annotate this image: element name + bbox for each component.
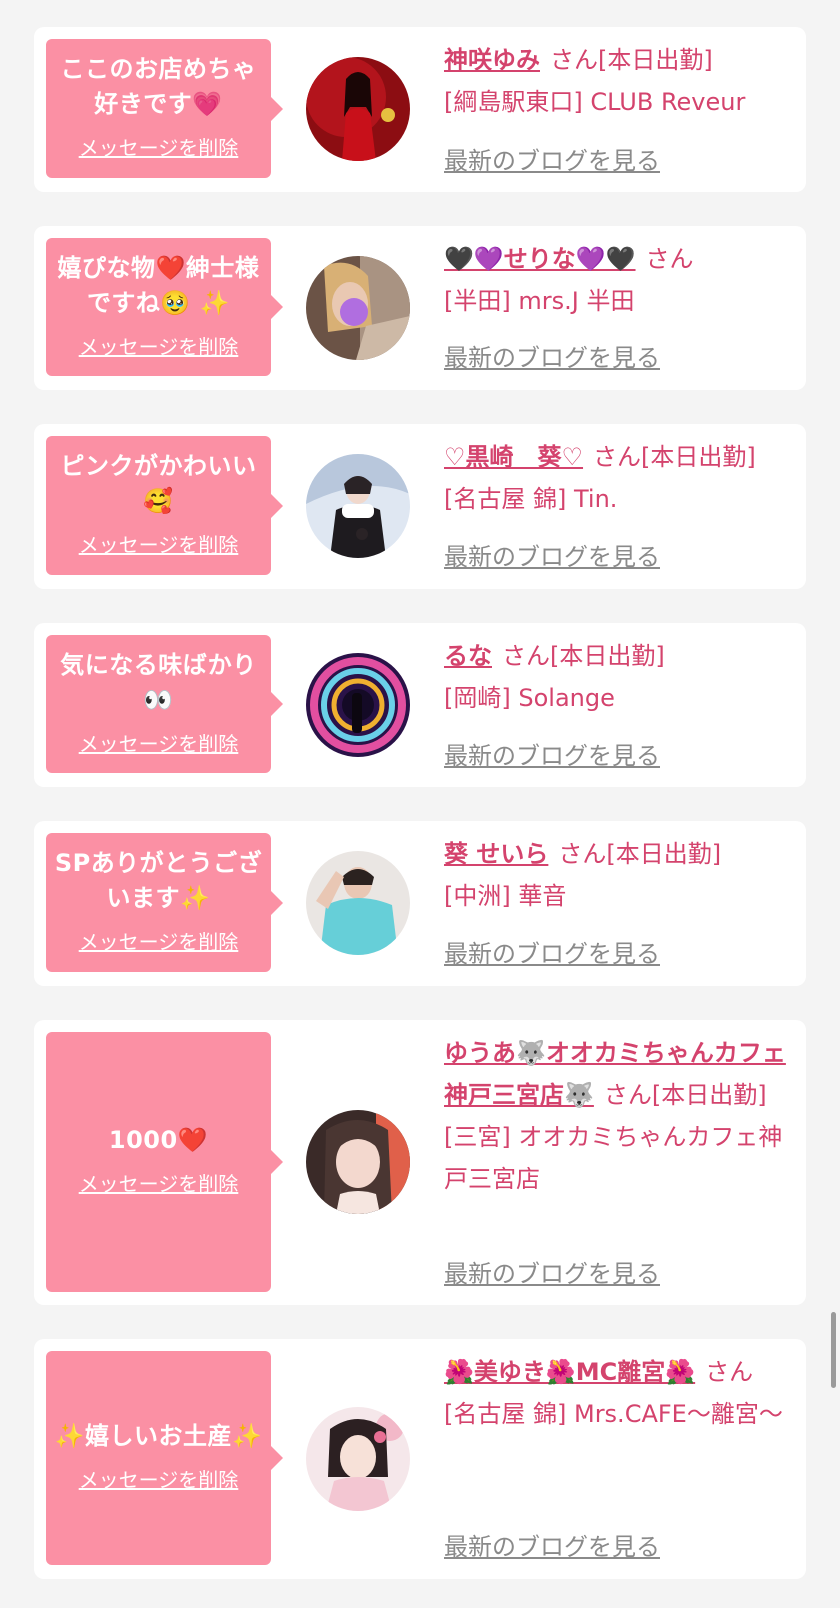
- san-suffix: さん: [603, 1081, 652, 1109]
- san-suffix: さん: [558, 840, 607, 868]
- favorite-card: 気になる味ばかり👀 メッセージを削除 るな さん[本日出勤] [岡崎] Solan…: [34, 623, 806, 787]
- cast-name-link[interactable]: 神咲ゆみ: [444, 46, 540, 74]
- work-status: [本日出勤]: [641, 443, 756, 471]
- shop-name: [名古屋 錦] Tin.: [444, 485, 618, 513]
- delete-message-link[interactable]: メッセージを削除: [79, 1168, 239, 1197]
- delete-message-link[interactable]: メッセージを削除: [79, 1464, 239, 1493]
- delete-message-link[interactable]: メッセージを削除: [79, 529, 239, 558]
- avatar[interactable]: [306, 256, 410, 360]
- favorite-card: 嬉ぴな物❤️紳士様ですね🥹 ✨ メッセージを削除 🖤💜せりな💜🖤 さん [半田] …: [34, 226, 806, 390]
- message-bubble: 1000❤️ メッセージを削除: [46, 1032, 283, 1292]
- san-suffix: さん: [550, 46, 598, 74]
- cast-name-link[interactable]: るな: [444, 642, 492, 670]
- favorite-card: ✨嬉しいお土産✨ メッセージを削除 🌺美ゆき🌺MC離宮🌺 さん [名古屋 錦] M…: [34, 1339, 806, 1579]
- cast-info: ゆうあ🐺オオカミちゃんカフェ神戸三宮店🐺 さん[本日出勤] [三宮] オオカミちゃ…: [444, 1032, 792, 1200]
- shop-name: [中洲] 華音: [444, 882, 567, 910]
- work-status: [本日出勤]: [651, 1081, 767, 1109]
- message-text: 1000❤️: [108, 1126, 209, 1154]
- work-status: [本日出勤]: [598, 46, 713, 74]
- message-bubble: ここのお店めちゃ好きです💗 メッセージを削除: [46, 39, 283, 178]
- cast-name-link[interactable]: 🌺美ゆき🌺MC離宮🌺: [444, 1358, 695, 1386]
- message-bubble: ピンクがかわいい🥰 メッセージを削除: [46, 436, 283, 575]
- shop-name: [綱島駅東口] CLUB Reveur: [444, 88, 746, 116]
- message-bubble: SPありがとうございます✨ メッセージを削除: [46, 833, 283, 972]
- cast-info: 🖤💜せりな💜🖤 さん [半田] mrs.J 半田: [444, 238, 792, 322]
- avatar[interactable]: [306, 851, 410, 955]
- san-suffix: さん: [593, 443, 642, 471]
- message-text: 嬉ぴな物❤️紳士様ですね🥹 ✨: [57, 253, 260, 317]
- delete-message-link[interactable]: メッセージを削除: [79, 926, 239, 955]
- favorite-card: ここのお店めちゃ好きです💗 メッセージを削除 神咲ゆみ さん[本日出勤] [綱島駅…: [34, 27, 806, 192]
- shop-name: [名古屋 錦] Mrs.CAFE〜離宮〜: [444, 1400, 783, 1428]
- san-suffix: さん: [645, 245, 694, 273]
- work-status: [本日出勤]: [606, 840, 722, 868]
- delete-message-link[interactable]: メッセージを削除: [79, 728, 239, 757]
- latest-blog-link[interactable]: 最新のブログを見る: [444, 1527, 660, 1562]
- cast-info: 葵 せいら さん[本日出勤] [中洲] 華音: [444, 833, 792, 917]
- shop-name: [三宮] オオカミちゃんカフェ神戸三宮店: [444, 1123, 783, 1193]
- message-text: ✨嬉しいお土産✨: [54, 1422, 263, 1450]
- favorite-card: 1000❤️ メッセージを削除 ゆうあ🐺オオカミちゃんカフェ神戸三宮店🐺 さん[本…: [34, 1020, 806, 1305]
- latest-blog-link[interactable]: 最新のブログを見る: [444, 338, 660, 373]
- cast-info: 神咲ゆみ さん[本日出勤] [綱島駅東口] CLUB Reveur: [444, 39, 792, 123]
- message-text: SPありがとうございます✨: [54, 849, 263, 912]
- message-bubble: ✨嬉しいお土産✨ メッセージを削除: [46, 1351, 283, 1565]
- message-text: ここのお店めちゃ好きです💗: [60, 55, 257, 118]
- message-text: 気になる味ばかり👀: [60, 650, 257, 714]
- cast-name-link[interactable]: ♡黒崎 葵♡: [444, 443, 583, 471]
- message-text: ピンクがかわいい🥰: [60, 452, 257, 515]
- delete-message-link[interactable]: メッセージを削除: [79, 331, 239, 360]
- scrollbar-thumb[interactable]: [831, 1312, 836, 1388]
- latest-blog-link[interactable]: 最新のブログを見る: [444, 141, 660, 176]
- cast-info: るな さん[本日出勤] [岡崎] Solange: [444, 635, 792, 719]
- latest-blog-link[interactable]: 最新のブログを見る: [444, 537, 660, 572]
- latest-blog-link[interactable]: 最新のブログを見る: [444, 736, 660, 771]
- favorite-card: ピンクがかわいい🥰 メッセージを削除 ♡黒崎 葵♡ さん[本日出勤] [名古屋 錦…: [34, 424, 806, 589]
- avatar[interactable]: [306, 57, 410, 161]
- cast-name-link[interactable]: 🖤💜せりな💜🖤: [444, 245, 636, 273]
- avatar[interactable]: [306, 653, 410, 757]
- message-bubble: 嬉ぴな物❤️紳士様ですね🥹 ✨ メッセージを削除: [46, 238, 283, 376]
- san-suffix: さん: [705, 1358, 754, 1386]
- favorites-list: ここのお店めちゃ好きです💗 メッセージを削除 神咲ゆみ さん[本日出勤] [綱島駅…: [0, 0, 840, 1579]
- san-suffix: さん: [502, 642, 550, 670]
- favorite-card: SPありがとうございます✨ メッセージを削除 葵 せいら さん[本日出勤] [中洲…: [34, 821, 806, 986]
- latest-blog-link[interactable]: 最新のブログを見る: [444, 1254, 660, 1289]
- delete-message-link[interactable]: メッセージを削除: [79, 132, 239, 161]
- cast-info: ♡黒崎 葵♡ さん[本日出勤] [名古屋 錦] Tin.: [444, 436, 792, 520]
- cast-info: 🌺美ゆき🌺MC離宮🌺 さん [名古屋 錦] Mrs.CAFE〜離宮〜: [444, 1351, 792, 1435]
- avatar[interactable]: [306, 1110, 410, 1214]
- message-bubble: 気になる味ばかり👀 メッセージを削除: [46, 635, 283, 773]
- shop-name: [岡崎] Solange: [444, 684, 615, 712]
- avatar[interactable]: [306, 1407, 410, 1511]
- work-status: [本日出勤]: [550, 642, 665, 670]
- shop-name: [半田] mrs.J 半田: [444, 287, 635, 315]
- latest-blog-link[interactable]: 最新のブログを見る: [444, 934, 660, 969]
- avatar[interactable]: [306, 454, 410, 558]
- cast-name-link[interactable]: 葵 せいら: [444, 840, 548, 868]
